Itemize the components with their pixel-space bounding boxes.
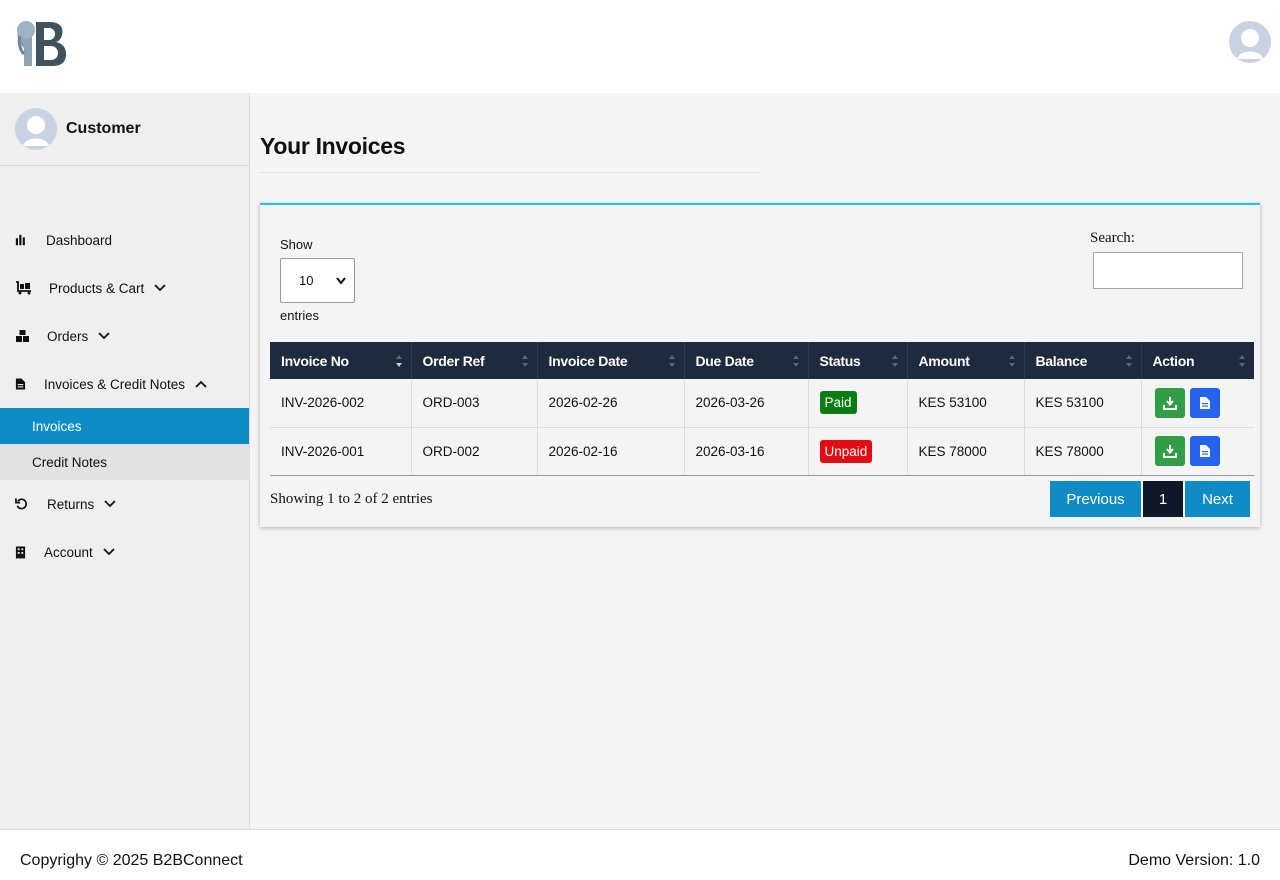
table-header-row: Invoice No Order Ref Invoice Date Due Da… xyxy=(270,342,1254,379)
column-header-order-ref[interactable]: Order Ref xyxy=(411,342,538,379)
view-document-button[interactable] xyxy=(1190,436,1221,466)
table-row: INV-2026-001 ORD-002 2026-02-16 2026-03-… xyxy=(270,427,1254,476)
sidebar-item-label: Products & Cart xyxy=(49,280,145,296)
view-document-button[interactable] xyxy=(1190,387,1221,418)
cell-status: Paid xyxy=(808,379,908,428)
building-icon xyxy=(15,546,26,559)
chevron-down-icon xyxy=(336,277,346,285)
chevron-down-icon xyxy=(104,500,116,508)
sidebar-item-dashboard[interactable]: Dashboard xyxy=(0,220,249,260)
copyright-text: Copyrighy © 2025 B2BConnect xyxy=(20,852,243,869)
cart-flatbed-icon xyxy=(16,281,31,295)
file-icon xyxy=(15,378,26,390)
page-size-value: 10 xyxy=(299,273,314,288)
cell-balance: KES 53100 xyxy=(1024,379,1142,428)
entries-label: entries xyxy=(280,308,320,323)
sort-icon xyxy=(1239,355,1245,367)
show-label: Show xyxy=(280,237,313,252)
page-title: Your Invoices xyxy=(260,133,406,159)
chevron-down-icon xyxy=(103,548,115,556)
search-label: Search: xyxy=(1090,230,1135,246)
sort-icon xyxy=(1125,355,1132,367)
sort-desc-icon xyxy=(395,355,402,367)
boxes-icon xyxy=(16,330,29,342)
status-badge: Paid xyxy=(819,391,857,415)
sidebar: Customer Dashboard Products & Cart Order… xyxy=(0,93,250,829)
sidebar-item-label: Invoices & Credit Notes xyxy=(44,376,186,392)
cell-invoice-no: INV-2026-001 xyxy=(270,427,412,476)
cell-amount: KES 53100 xyxy=(907,379,1025,428)
sidebar-item-account[interactable]: Account xyxy=(0,532,249,572)
next-page-button[interactable]: Next xyxy=(1185,481,1250,517)
cell-amount: KES 78000 xyxy=(907,427,1025,476)
column-header-due-date[interactable]: Due Date xyxy=(684,342,809,379)
sidebar-item-orders[interactable]: Orders xyxy=(0,316,249,356)
sidebar-item-label: Returns xyxy=(47,496,95,512)
search-input[interactable] xyxy=(1093,252,1243,289)
previous-page-button[interactable]: Previous xyxy=(1050,481,1141,517)
table-row: INV-2026-002 ORD-003 2026-02-26 2026-03-… xyxy=(270,379,1254,428)
user-avatar-icon xyxy=(15,108,57,150)
download-button[interactable] xyxy=(1154,387,1185,418)
cell-due-date: 2026-03-16 xyxy=(684,427,809,476)
column-header-balance[interactable]: Balance xyxy=(1024,342,1142,379)
column-header-action[interactable]: Action xyxy=(1141,342,1254,379)
download-icon xyxy=(1162,396,1177,410)
cell-due-date: 2026-03-26 xyxy=(684,379,809,428)
column-header-status[interactable]: Status xyxy=(808,342,908,379)
page-1-button[interactable]: 1 xyxy=(1143,481,1183,517)
version-text: Demo Version: 1.0 xyxy=(1128,852,1260,869)
chevron-down-icon xyxy=(154,284,166,292)
sort-icon xyxy=(521,355,528,367)
sidebar-item-label: Account xyxy=(44,544,93,560)
status-badge: Unpaid xyxy=(819,439,873,463)
column-header-invoice-no[interactable]: Invoice No xyxy=(270,342,412,379)
main-content: Your Invoices Show 10 entries Search: In… xyxy=(250,93,1280,829)
cell-invoice-no: INV-2026-002 xyxy=(270,379,412,428)
cell-invoice-date: 2026-02-16 xyxy=(537,427,685,476)
top-header xyxy=(0,0,1280,93)
cell-balance: KES 78000 xyxy=(1024,427,1142,476)
file-icon xyxy=(1200,445,1211,457)
sidebar-item-invoices-credit-notes[interactable]: Invoices & Credit Notes xyxy=(0,364,249,404)
sort-icon xyxy=(891,355,898,367)
cell-invoice-date: 2026-02-26 xyxy=(537,379,685,428)
title-divider xyxy=(260,172,760,173)
sort-icon xyxy=(668,355,675,367)
column-header-amount[interactable]: Amount xyxy=(907,342,1025,379)
table-info: Showing 1 to 2 of 2 entries xyxy=(270,491,433,507)
cell-order-ref: ORD-002 xyxy=(411,427,538,476)
page-size-select[interactable]: 10 xyxy=(280,258,355,303)
cell-action xyxy=(1141,427,1254,476)
sort-icon xyxy=(1008,355,1015,367)
elephant-b-logo[interactable] xyxy=(14,14,70,70)
footer: Copyrighy © 2025 B2BConnect Demo Version… xyxy=(0,829,1280,880)
chevron-down-icon xyxy=(98,332,110,340)
file-icon xyxy=(1200,396,1211,409)
chart-bar-icon xyxy=(15,234,25,246)
column-header-invoice-date[interactable]: Invoice Date xyxy=(537,342,685,379)
sidebar-item-label: Dashboard xyxy=(46,232,113,248)
sidebar-item-label: Orders xyxy=(47,328,89,344)
chevron-up-icon xyxy=(195,380,207,388)
sort-icon xyxy=(792,355,799,367)
sidebar-item-products-cart[interactable]: Products & Cart xyxy=(0,268,249,308)
invoices-card: Show 10 entries Search: Invoice No Order… xyxy=(260,203,1260,527)
invoices-table: Invoice No Order Ref Invoice Date Due Da… xyxy=(270,342,1254,476)
undo-icon xyxy=(15,498,28,510)
sidebar-subitem-invoices[interactable]: Invoices xyxy=(0,408,249,444)
sidebar-item-returns[interactable]: Returns xyxy=(0,484,249,524)
download-button[interactable] xyxy=(1154,436,1185,466)
cell-order-ref: ORD-003 xyxy=(411,379,538,428)
user-avatar-icon[interactable] xyxy=(1229,21,1271,63)
sidebar-profile: Customer xyxy=(0,93,249,166)
cell-action xyxy=(1141,379,1254,428)
sidebar-subitem-credit-notes[interactable]: Credit Notes xyxy=(0,444,249,480)
user-name: Customer xyxy=(66,120,141,137)
download-icon xyxy=(1162,445,1177,458)
cell-status: Unpaid xyxy=(808,427,908,476)
